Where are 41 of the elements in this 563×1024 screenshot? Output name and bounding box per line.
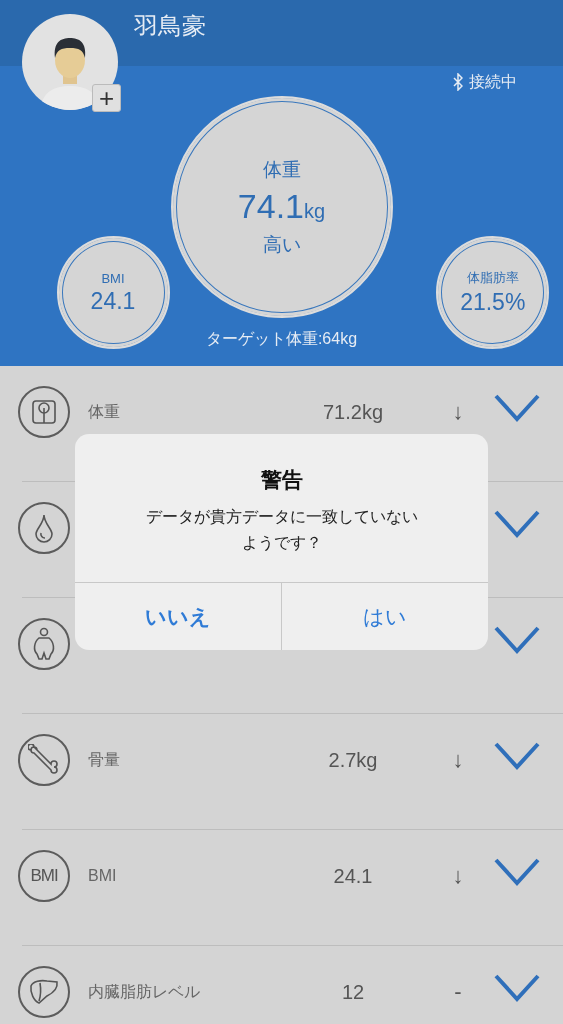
metric-label: 体重 <box>262 157 301 182</box>
trend-indicator: ↓ <box>451 746 465 774</box>
trend-indicator: ↓ <box>451 862 465 890</box>
metric-value: 21.5% <box>460 289 526 316</box>
liver-icon <box>28 978 60 1006</box>
metric-label: 体脂肪率 <box>466 269 519 287</box>
add-photo-button[interactable]: + <box>92 84 121 112</box>
metric-label: 骨量 <box>88 750 121 770</box>
metric-value: 2.7kg <box>327 748 379 773</box>
metric-value: 24.1 <box>90 287 136 315</box>
connection-status: 接続中 <box>469 71 517 92</box>
dialog-title: 警告 <box>260 467 303 493</box>
weight-value: 74.1kg <box>237 186 326 226</box>
metric-label: BMI <box>88 866 118 886</box>
metric-label: 体重 <box>88 402 121 422</box>
metric-label: 内臓脂肪レベル <box>88 982 201 1002</box>
chevron-down-icon[interactable] <box>494 742 540 770</box>
bmi-icon-label: BMI <box>30 866 58 886</box>
chevron-down-icon[interactable] <box>494 510 540 538</box>
dialog-message-line: ようです？ <box>241 533 322 553</box>
dialog-button[interactable]: いいえ <box>75 583 281 650</box>
weight-status: 高い <box>262 232 301 257</box>
bone-icon <box>28 744 60 776</box>
dialog-button[interactable]: はい <box>281 583 488 650</box>
trend-indicator: - <box>453 978 463 1006</box>
metric-value: 71.2kg <box>321 400 385 425</box>
chevron-down-icon[interactable] <box>494 858 540 886</box>
chevron-down-icon[interactable] <box>494 974 540 1002</box>
dialog-message-line: データが貴方データに一致していない <box>145 507 418 527</box>
chevron-down-icon[interactable] <box>494 394 540 422</box>
drop-icon <box>33 513 55 543</box>
scale-icon <box>30 398 58 426</box>
trend-indicator: ↓ <box>451 398 465 426</box>
metric-value: 24.1 <box>332 864 374 889</box>
metric-value: 12 <box>340 980 366 1005</box>
body-icon <box>31 627 57 661</box>
metric-label: BMI <box>101 270 125 286</box>
user-name: 羽鳥豪 <box>134 11 206 41</box>
target-weight: ターゲット体重:64kg <box>205 329 358 349</box>
bluetooth-icon <box>453 73 463 91</box>
chevron-down-icon[interactable] <box>494 626 540 654</box>
